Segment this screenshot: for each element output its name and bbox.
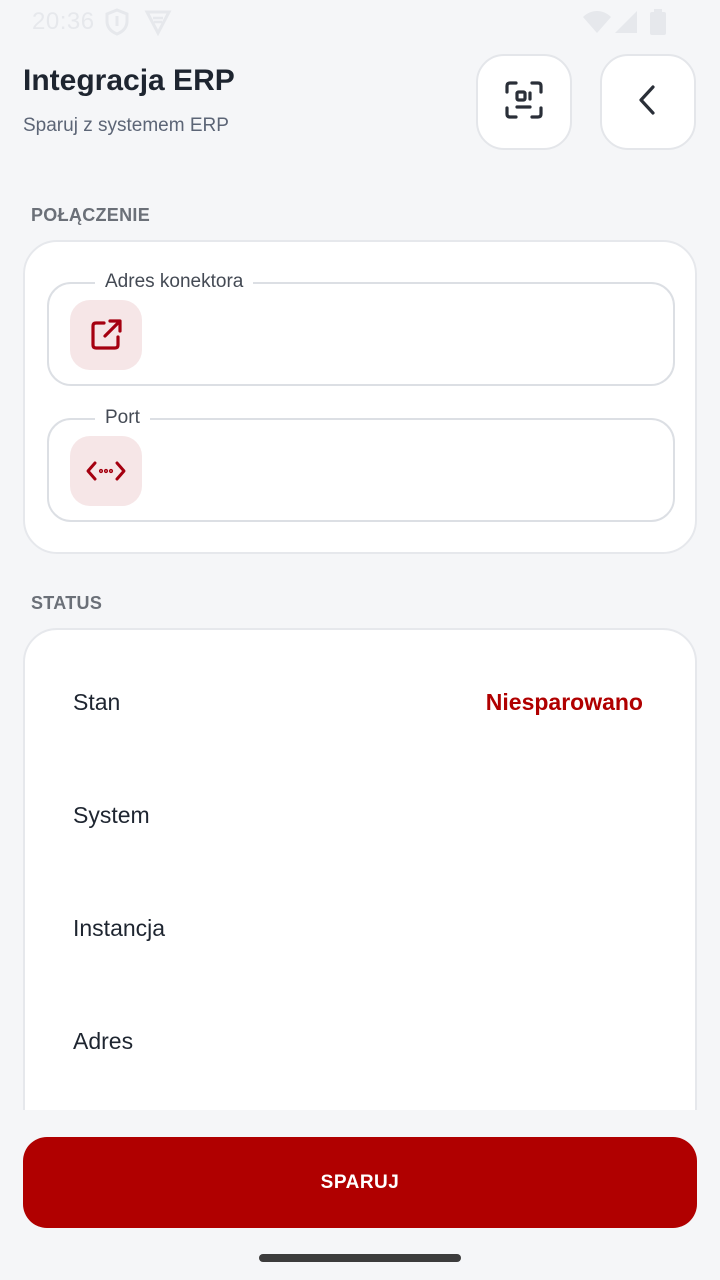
- connector-address-label: Adres konektora: [95, 269, 254, 295]
- status-key: Stan: [73, 688, 121, 715]
- status-value: Niesparowano: [485, 688, 643, 715]
- page-title: Integracja ERP: [23, 64, 235, 97]
- port-input[interactable]: [159, 450, 653, 490]
- shield-icon: [104, 8, 130, 41]
- status-row-instance: Instancja: [73, 898, 643, 958]
- status-row-address: Adres: [73, 1011, 643, 1071]
- port-label: Port: [95, 405, 150, 431]
- code-arrows-icon: [70, 436, 142, 506]
- connector-address-input[interactable]: [159, 314, 653, 354]
- status-key: Instancja: [73, 914, 166, 941]
- scan-button[interactable]: [476, 54, 572, 150]
- signal-icon: [614, 10, 638, 39]
- status-time: 20:36: [32, 8, 95, 35]
- page-subtitle: Sparuj z systemem ERP: [23, 115, 229, 136]
- connection-card: Adres konektora Port: [23, 240, 697, 554]
- status-bar: 20:36: [0, 0, 720, 44]
- status-card: Stan Niesparowano System Instancja Adres: [23, 628, 697, 1188]
- home-indicator[interactable]: [259, 1254, 461, 1262]
- wifi-icon: [582, 10, 612, 39]
- qr-scan-icon: [504, 80, 544, 125]
- status-section-label: STATUS: [31, 593, 103, 613]
- pair-button[interactable]: SPARUJ: [23, 1137, 697, 1228]
- chevron-left-icon: [636, 84, 660, 121]
- status-row-state: Stan Niesparowano: [73, 672, 643, 732]
- external-link-icon: [70, 300, 142, 370]
- battery-icon: [650, 9, 666, 40]
- status-key: Adres: [73, 1027, 134, 1054]
- port-field[interactable]: Port: [47, 405, 675, 522]
- back-button[interactable]: [600, 54, 696, 150]
- vpn-icon: [144, 8, 172, 41]
- status-key: System: [73, 801, 150, 828]
- status-row-system: System: [73, 785, 643, 845]
- connection-section-label: POŁĄCZENIE: [31, 205, 151, 225]
- connector-address-field[interactable]: Adres konektora: [47, 269, 675, 386]
